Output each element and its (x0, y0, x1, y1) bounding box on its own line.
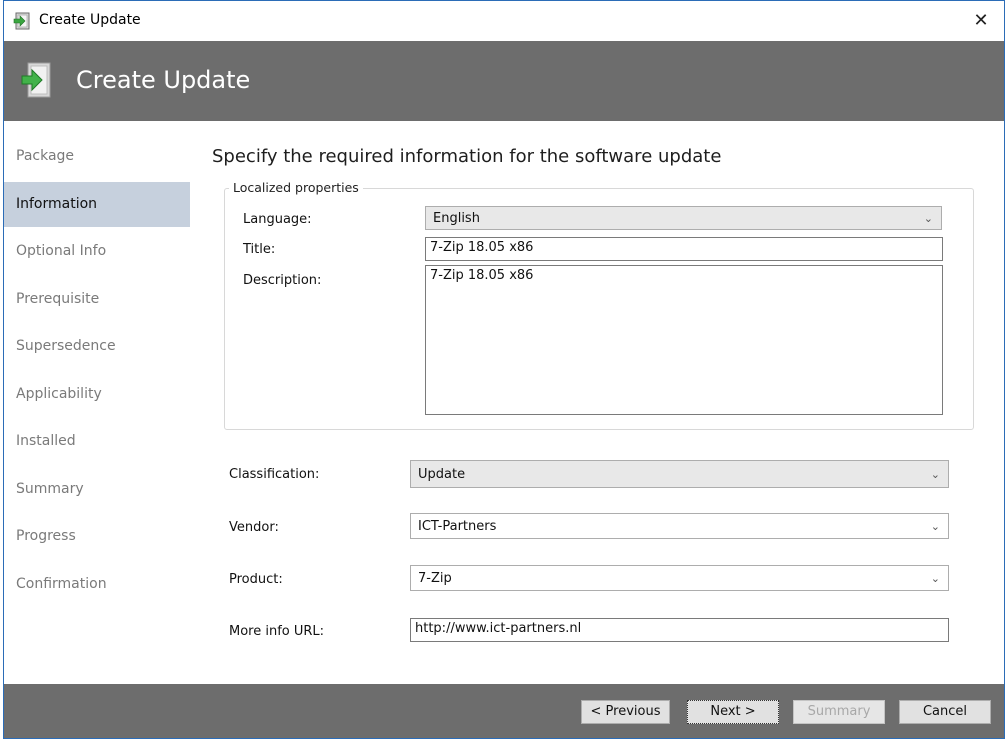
group-legend: Localized properties (229, 180, 363, 195)
language-label: Language: (243, 212, 312, 227)
chevron-down-icon: ⌄ (930, 572, 940, 585)
next-button[interactable]: Next > (687, 700, 779, 724)
classification-value: Update (418, 467, 466, 482)
sidebar-item-summary[interactable]: Summary (4, 467, 190, 512)
sidebar-item-prerequisite[interactable]: Prerequisite (4, 277, 190, 322)
description-field[interactable]: 7-Zip 18.05 x86 (425, 265, 943, 415)
wizard-footer: < Previous Next > Summary Cancel (4, 684, 1004, 738)
classification-label: Classification: (229, 467, 320, 482)
sidebar-item-package[interactable]: Package (4, 134, 190, 179)
sidebar-item-installed[interactable]: Installed (4, 419, 190, 464)
sidebar-item-optional-info[interactable]: Optional Info (4, 229, 190, 274)
wizard-sidebar: Package Information Optional Info Prereq… (4, 121, 192, 681)
sidebar-item-information[interactable]: Information (4, 182, 190, 227)
window-title: Create Update (39, 12, 141, 28)
product-combobox[interactable]: 7-Zip ⌄ (410, 565, 949, 591)
vendor-label: Vendor: (229, 520, 279, 535)
sidebar-item-supersedence[interactable]: Supersedence (4, 324, 190, 369)
chevron-down-icon: ⌄ (930, 520, 940, 533)
cancel-button[interactable]: Cancel (899, 700, 991, 724)
vendor-value: ICT-Partners (418, 519, 497, 534)
vendor-combobox[interactable]: ICT-Partners ⌄ (410, 513, 949, 539)
product-label: Product: (229, 572, 283, 587)
package-arrow-icon (21, 62, 51, 98)
title-label: Title: (243, 242, 276, 257)
create-update-window: Create Update ✕ Create Update Package In… (3, 0, 1005, 739)
title-field[interactable]: 7-Zip 18.05 x86 (425, 237, 943, 261)
chevron-down-icon: ⌄ (930, 468, 940, 481)
sidebar-item-applicability[interactable]: Applicability (4, 372, 190, 417)
page-title: Create Update (76, 66, 251, 94)
package-arrow-icon (13, 12, 30, 30)
product-value: 7-Zip (418, 571, 452, 586)
section-heading: Specify the required information for the… (212, 146, 722, 167)
wizard-header: Create Update (4, 41, 1004, 121)
more-info-url-label: More info URL: (229, 624, 325, 639)
sidebar-item-confirmation[interactable]: Confirmation (4, 562, 190, 607)
language-select[interactable]: English ⌄ (425, 206, 942, 230)
sidebar-item-progress[interactable]: Progress (4, 514, 190, 559)
previous-button[interactable]: < Previous (581, 700, 670, 724)
more-info-url-field[interactable]: http://www.ict-partners.nl (410, 618, 949, 642)
chevron-down-icon: ⌄ (923, 212, 933, 225)
summary-button[interactable]: Summary (793, 700, 885, 724)
classification-select[interactable]: Update ⌄ (410, 460, 949, 488)
language-value: English (433, 211, 480, 226)
description-label: Description: (243, 273, 322, 288)
title-bar: Create Update ✕ (4, 1, 1004, 41)
close-icon[interactable]: ✕ (958, 1, 1004, 41)
